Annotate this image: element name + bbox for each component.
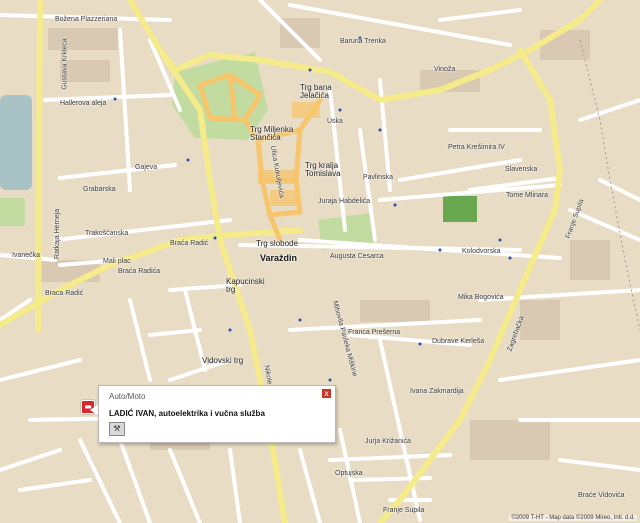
map-attribution: ©2009 T-HT - Map data ©2009 Mireo, Intl.…	[509, 515, 637, 521]
street-label-trakoscanska: Trakošćanska	[85, 230, 129, 237]
street-label-ratkaja-hernej: Ratkaja Hernеja	[54, 208, 62, 260]
street-label-dubrave-kerlesa: Dubrave Kerleša	[432, 338, 485, 345]
place-label-kapucinski-trg: Kapucinski trg	[226, 277, 265, 294]
street-label-baruna-trenka: Baruna Trenka	[340, 38, 386, 45]
street-label-hallerova: Hallerova aleja	[60, 100, 107, 107]
street-label-mika-bogovica: Mika Bogovića	[458, 294, 504, 301]
info-popup: Auto/Moto x LADIĆ IVAN, autoelektrika i …	[98, 385, 336, 443]
street-label-braca-radic: Braća Radić	[170, 240, 209, 247]
street-label-kolodvorska: Kolodvorska	[462, 248, 501, 255]
place-label-trg-slobode: Trg slobode	[256, 239, 298, 248]
street-label-gustava-krkleca: Gustava Krkleca	[61, 38, 69, 90]
street-label-franca-preserna: Franca Prešerna	[348, 329, 401, 336]
place-label-vidovski-trg: Vidovski trg	[202, 356, 244, 365]
street-label-tome-mlinara: Tome Mlinara	[506, 192, 549, 199]
city-label-varazdin: Varaždin	[260, 253, 298, 263]
street-label-petra-kresimira: Petra Krešimira IV	[448, 144, 505, 151]
place-label-trg-bana-jelacica: Trg bana Jelačića	[300, 83, 332, 100]
street-label-braca-radica: Braća Radića	[118, 268, 161, 275]
street-label-jurja-krizanica: Jurja Križanića	[365, 438, 411, 445]
place-label-trg-miljenka-stancica: Trg Miljenka Stančića	[250, 125, 294, 142]
park-sport	[443, 196, 477, 222]
street-label-franje-supila: Franje Supila	[383, 507, 425, 514]
park-west	[0, 198, 25, 226]
street-label-gajeva: Gajeva	[135, 164, 158, 171]
place-label-trg-kralja-tomislava: Trg kralja Tomislava	[305, 161, 341, 178]
street-label-optujska: Optujska	[335, 470, 363, 477]
street-label-uska: Uska	[327, 118, 343, 125]
popup-category: Auto/Moto	[109, 392, 146, 401]
street-label-mali-plac: Mali plac	[103, 258, 131, 265]
street-label-slavenska: Slavenska	[505, 166, 538, 173]
street-label-ivanecka: Ivanečka	[12, 252, 41, 259]
map-tiles[interactable]	[0, 0, 640, 523]
street-label-grabarska: Grabarska	[83, 186, 116, 193]
water-lake	[0, 95, 32, 190]
street-label-augusta-cesarca: Augusta Cesarca	[330, 253, 384, 260]
street-label-braca-radica-west: Braca Radić	[45, 290, 84, 297]
popup-close-button[interactable]: x	[322, 389, 331, 398]
street-label-zakmardija: Ivana Zakmardija	[410, 388, 464, 395]
street-label-brace-vidovica: Braće Vidovića	[578, 492, 625, 499]
street-label-vinoza: Vinoža	[434, 66, 456, 73]
map-canvas[interactable]: Božena Plazzeriana Hallerova aleja Gajev…	[0, 0, 640, 523]
street-label-juraja-habdelica: Juraja Habdelića	[318, 198, 371, 205]
street-label-bozena-plazzeriana: Božena Plazzeriana	[55, 16, 118, 23]
street-label-pavlinska: Pavlinska	[363, 174, 393, 181]
popup-title[interactable]: LADIĆ IVAN, autoelektrika i vučna služba	[109, 409, 265, 418]
wrench-icon[interactable]: ⚒	[109, 422, 125, 436]
